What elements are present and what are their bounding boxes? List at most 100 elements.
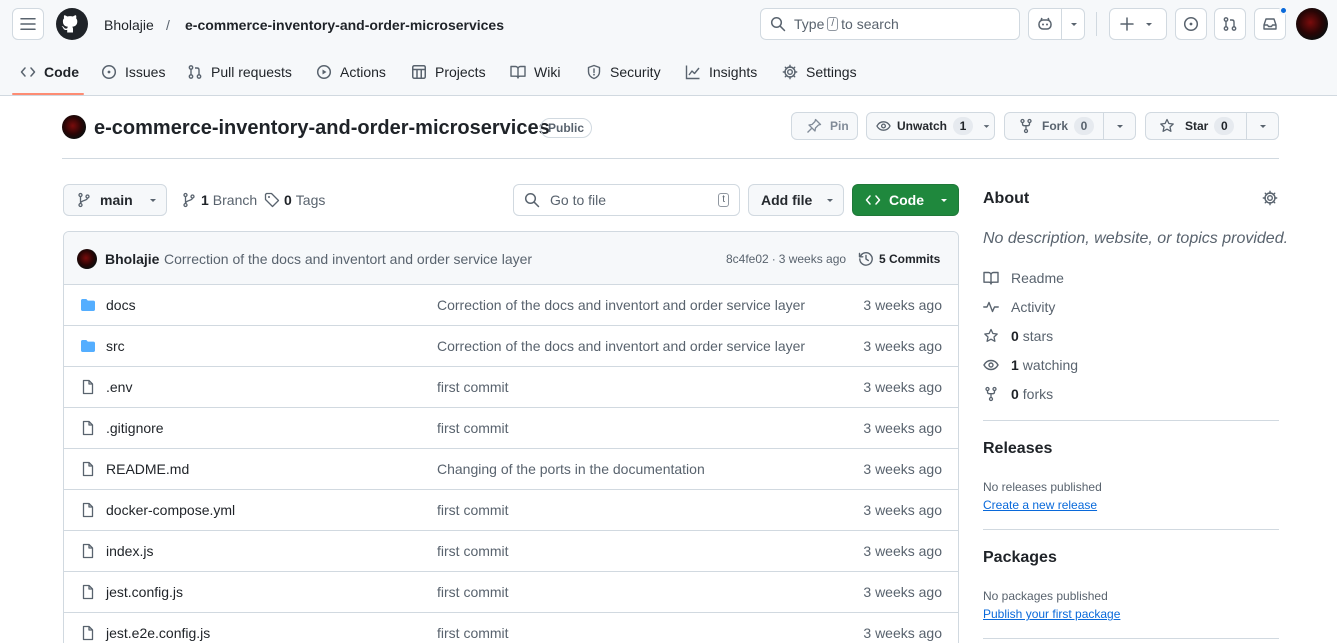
about-description: No description, website, or topics provi… [983, 230, 1289, 247]
file-commit-message[interactable]: Correction of the docs and inventort and… [437, 338, 805, 354]
chevron-down-icon [149, 199, 156, 202]
file-commit-message[interactable]: first commit [437, 543, 509, 559]
watching-link[interactable]: 1 watching [983, 356, 1078, 374]
issue-icon [1183, 16, 1199, 32]
file-commit-message[interactable]: Correction of the docs and inventort and… [437, 297, 805, 313]
repo-owner-avatar[interactable] [62, 115, 86, 139]
publish-package-link[interactable]: Publish your first package [983, 607, 1120, 621]
tab-code[interactable]: Code [20, 56, 79, 88]
file-name[interactable]: jest.config.js [106, 584, 183, 600]
tab-settings[interactable]: Settings [782, 56, 857, 88]
file-commit-date: 3 weeks ago [863, 625, 942, 641]
file-row[interactable]: docs Correction of the docs and inventort… [64, 285, 958, 326]
branch-select-button[interactable]: main [63, 184, 167, 216]
stars-link[interactable]: 0 stars [983, 327, 1053, 345]
file-name[interactable]: index.js [106, 543, 153, 559]
releases-heading[interactable]: Releases [983, 440, 1052, 458]
file-row[interactable]: README.md Changing of the ports in the do… [64, 449, 958, 490]
file-commit-message[interactable]: first commit [437, 379, 509, 395]
graph-icon [685, 65, 700, 80]
file-row[interactable]: .gitignore first commit 3 weeks ago [64, 408, 958, 449]
go-to-file-input[interactable]: Go to file t [513, 184, 740, 216]
file-commit-message[interactable]: first commit [437, 625, 509, 641]
file-name[interactable]: docker-compose.yml [106, 502, 235, 518]
file-name[interactable]: .env [106, 379, 132, 395]
create-new-button[interactable] [1109, 8, 1167, 40]
chevron-down-icon [983, 125, 990, 128]
commit-author-avatar[interactable] [77, 249, 97, 269]
releases-empty-text: No releases published [983, 480, 1102, 494]
file-commit-message[interactable]: first commit [437, 584, 509, 600]
inbox-icon [1263, 18, 1277, 30]
tab-projects[interactable]: Projects [411, 56, 486, 88]
add-file-button[interactable]: Add file [748, 184, 844, 216]
commit-author[interactable]: Bholajie [105, 251, 159, 267]
forks-link[interactable]: 0 forks [983, 385, 1053, 403]
user-avatar[interactable] [1296, 8, 1328, 40]
tab-issues[interactable]: Issues [101, 56, 165, 88]
pin-label: Pin [830, 119, 849, 133]
tags-link[interactable]: 0 Tags [264, 191, 325, 209]
commits-history-link[interactable]: 5 Commits [858, 250, 940, 268]
breadcrumb-repo[interactable]: e-commerce-inventory-and-order-microserv… [185, 16, 504, 34]
sidebar-divider [983, 420, 1279, 421]
activity-label: Activity [1011, 299, 1056, 315]
file-name[interactable]: .gitignore [106, 420, 164, 436]
file-name[interactable]: README.md [106, 461, 189, 477]
file-commit-message[interactable]: first commit [437, 420, 509, 436]
hamburger-menu-button[interactable] [12, 8, 44, 40]
tab-insights[interactable]: Insights [685, 56, 757, 88]
file-row[interactable]: index.js first commit 3 weeks ago [64, 531, 958, 572]
file-commit-message[interactable]: Changing of the ports in the documentati… [437, 461, 705, 477]
create-release-link[interactable]: Create a new release [983, 498, 1097, 512]
file-name[interactable]: jest.e2e.config.js [106, 625, 210, 641]
pin-button[interactable]: Pin [791, 112, 858, 140]
code-dropdown-button[interactable]: Code [852, 184, 959, 216]
github-logo-icon[interactable] [56, 8, 88, 40]
pull-requests-button[interactable] [1214, 8, 1246, 40]
commit-hash[interactable]: 8c4fe02 [726, 252, 769, 266]
star-count: 0 [1214, 117, 1235, 135]
file-commit-date: 3 weeks ago [863, 543, 942, 559]
code-button-label: Code [889, 192, 924, 208]
branches-link[interactable]: 1 Branch [181, 191, 257, 209]
tab-wiki[interactable]: Wiki [510, 56, 560, 88]
star-button[interactable]: Star 0 [1145, 112, 1279, 140]
pull-request-icon [188, 65, 202, 79]
tab-pull-requests[interactable]: Pull requests [187, 56, 292, 88]
fork-label: Fork [1042, 119, 1069, 133]
repo-title[interactable]: e-commerce-inventory-and-order-microserv… [94, 116, 550, 140]
title-divider [62, 158, 1279, 159]
search-input[interactable]: Type / to search [760, 8, 1020, 40]
copilot-button[interactable] [1028, 8, 1085, 40]
fork-button[interactable]: Fork 0 [1004, 112, 1136, 140]
packages-heading[interactable]: Packages [983, 549, 1057, 567]
packages-empty-text: No packages published [983, 589, 1108, 603]
chevron-down-icon [1260, 125, 1266, 128]
commit-message[interactable]: Correction of the docs and inventort and… [164, 251, 532, 267]
file-row[interactable]: .env first commit 3 weeks ago [64, 367, 958, 408]
eye-icon [983, 359, 999, 371]
tab-actions[interactable]: Actions [316, 56, 386, 88]
issues-button[interactable] [1175, 8, 1207, 40]
file-row[interactable]: src Correction of the docs and inventort … [64, 326, 958, 367]
tab-security[interactable]: Security [586, 56, 661, 88]
breadcrumb-owner[interactable]: Bholajie [104, 16, 154, 34]
readme-link[interactable]: Readme [983, 269, 1064, 287]
file-row[interactable]: jest.e2e.config.js first commit 3 weeks ag… [64, 613, 958, 643]
watching-count: 1 [1011, 357, 1019, 373]
activity-link[interactable]: Activity [983, 298, 1055, 316]
table-icon [412, 65, 426, 79]
unwatch-label: Unwatch [896, 119, 947, 133]
commit-meta: 8c4fe02 · 3 weeks ago [726, 252, 846, 266]
file-commit-message[interactable]: first commit [437, 502, 509, 518]
file-name[interactable]: src [106, 338, 125, 354]
file-row[interactable]: jest.config.js first commit 3 weeks ago [64, 572, 958, 613]
unwatch-button[interactable]: Unwatch 1 [866, 112, 995, 140]
about-heading: About [983, 190, 1030, 207]
about-settings-button[interactable] [1262, 190, 1278, 206]
file-name[interactable]: docs [106, 297, 136, 313]
active-tab-indicator [12, 93, 84, 95]
file-row[interactable]: docker-compose.yml first commit 3 weeks ag… [64, 490, 958, 531]
copilot-icon [1038, 17, 1052, 30]
